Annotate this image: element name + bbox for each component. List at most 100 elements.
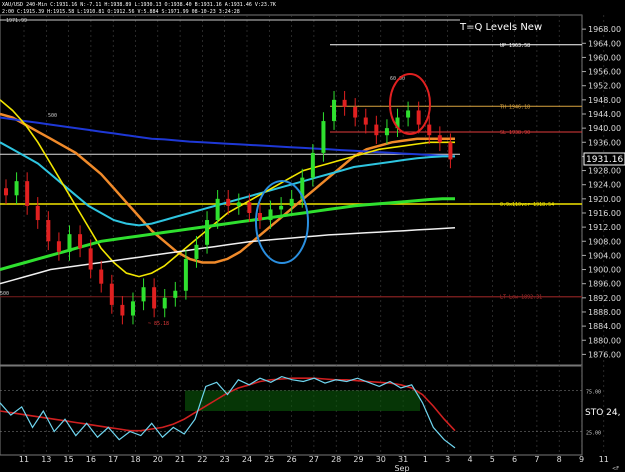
candle-body [342, 99, 347, 107]
y-tick-label: 1892.00 [588, 294, 621, 303]
x-tick-label: 26 [287, 455, 297, 464]
x-tick-label: 7 [534, 455, 539, 464]
y-tick-label: 1908.00 [588, 237, 621, 246]
candle-body [427, 124, 432, 136]
level-label: UP 1963.58 [500, 43, 530, 49]
x-tick-label: 6 [512, 455, 517, 464]
candle-body [437, 135, 442, 143]
candle-body [46, 220, 51, 242]
candle-body [183, 258, 188, 291]
candle-body [205, 220, 210, 245]
x-tick-label: 11 [599, 455, 609, 464]
candle-body [194, 244, 199, 259]
y-tick-label: 1952.00 [588, 82, 621, 91]
y-tick-label: 1904.00 [588, 251, 621, 260]
grid-layer [23, 15, 605, 455]
x-tick-label: 27 [309, 455, 319, 464]
candle-body [279, 205, 284, 210]
y-tick-label: 1928.00 [588, 167, 621, 176]
annotation-left-500: 500 [0, 291, 9, 297]
candle-body [257, 212, 262, 221]
header-line1: XAU/USD 240-Min C:1931.16 N:-7.11 H:1938… [2, 2, 276, 8]
y-tick-label: 1884.00 [588, 322, 621, 331]
x-tick-label: 8 [557, 455, 562, 464]
x-tick-label: 21 [175, 455, 185, 464]
footer-right: <F [612, 466, 619, 472]
x-tick-label: 17 [108, 455, 118, 464]
y-tick-label: 1888.00 [588, 308, 621, 317]
x-tick-label: 24 [242, 455, 252, 464]
stoch-fast-line [0, 375, 456, 449]
candle-body [215, 198, 220, 221]
candle-body [141, 287, 146, 302]
x-tick-label: 30 [376, 455, 386, 464]
candle-body [374, 124, 379, 136]
y-tick-label: 1956.00 [588, 68, 621, 77]
candle-body [268, 209, 273, 221]
candle-body [173, 290, 178, 298]
y-tick-label: 1948.00 [588, 96, 621, 105]
level-label: TH 1946.18 [500, 104, 530, 110]
y-tick-label: 1968.00 [588, 25, 621, 34]
candle-body [332, 99, 337, 122]
y-tick-label: 1900.00 [588, 266, 621, 275]
candle-body [109, 283, 114, 305]
candle-body [56, 241, 61, 252]
stoch-level-label: 25.00 [586, 431, 601, 437]
candle-body [130, 301, 135, 316]
y-axis: 1968.00 1964.00 1960.00 1956.00 1952.00 1948.… [582, 25, 621, 359]
candle-body [236, 202, 241, 206]
candle-body [289, 198, 294, 206]
candle-body [99, 269, 104, 284]
highlight-circle-blue [255, 180, 309, 264]
highlight-circle-red [389, 73, 431, 135]
x-tick-label: 15 [64, 455, 74, 464]
price-chart: XAU/USD 240-Min C:1931.16 N:-7.11 H:1938… [0, 2, 625, 472]
x-tick-label: 31 [398, 455, 408, 464]
x-tick-label: 25 [264, 455, 274, 464]
x-tick-label: 3 [445, 455, 450, 464]
x-month-label: Sep [394, 464, 409, 472]
y-tick-label: 1960.00 [588, 53, 621, 62]
stoch-label: STO 24, [585, 408, 620, 418]
candle-body [152, 287, 157, 309]
x-axis: 11 13 15 16 17 18 20 21 22 23 24 25 26 27 28 29 30 31 1 3 4 5… [19, 455, 609, 472]
x-tick-label: 13 [41, 455, 51, 464]
x-tick-label: 18 [130, 455, 140, 464]
stoch-shade [185, 390, 420, 411]
y-tick-label: 1912.00 [588, 223, 621, 232]
y-tick-label: 1936.00 [588, 138, 621, 147]
y-tick-label: 1896.00 [588, 280, 621, 289]
y-tick-label: 1940.00 [588, 124, 621, 133]
candle-body [35, 205, 40, 221]
candle-body [226, 198, 231, 206]
annotation-500: 500 [48, 113, 57, 119]
y-tick-label: 1964.00 [588, 39, 621, 48]
y-tick-label: 1916.00 [588, 209, 621, 218]
candle-body [120, 304, 125, 316]
y-tick-label: 1944.00 [588, 110, 621, 119]
x-tick-label: 4 [467, 455, 472, 464]
x-tick-label: 23 [220, 455, 230, 464]
candles [4, 91, 453, 325]
candle-body [247, 202, 252, 213]
candle-body [363, 117, 368, 125]
legend-title: T=Q Levels New [459, 22, 542, 33]
candle-body [78, 234, 83, 249]
candle-body [4, 188, 8, 196]
x-tick-label: 9 [579, 455, 584, 464]
candle-body [14, 181, 19, 196]
candle-body [406, 110, 411, 118]
stochastic-indicator: 75.00 25.00 [0, 375, 601, 449]
header-line2: 2:00 C:1915.39 H:1915.58 L:1910.81 O:191… [2, 9, 240, 15]
candle-body [162, 297, 167, 309]
candle-body [67, 234, 72, 252]
price-tag: 1931.16 [586, 155, 623, 165]
x-tick-label: 5 [490, 455, 495, 464]
x-tick-label: 1 [423, 455, 428, 464]
main-panel-border [0, 14, 583, 366]
y-tick-label: 1880.00 [588, 336, 621, 345]
candle-body [353, 106, 358, 118]
annotation-low: ~ 85.18 [148, 321, 169, 327]
x-tick-label: 28 [331, 455, 341, 464]
